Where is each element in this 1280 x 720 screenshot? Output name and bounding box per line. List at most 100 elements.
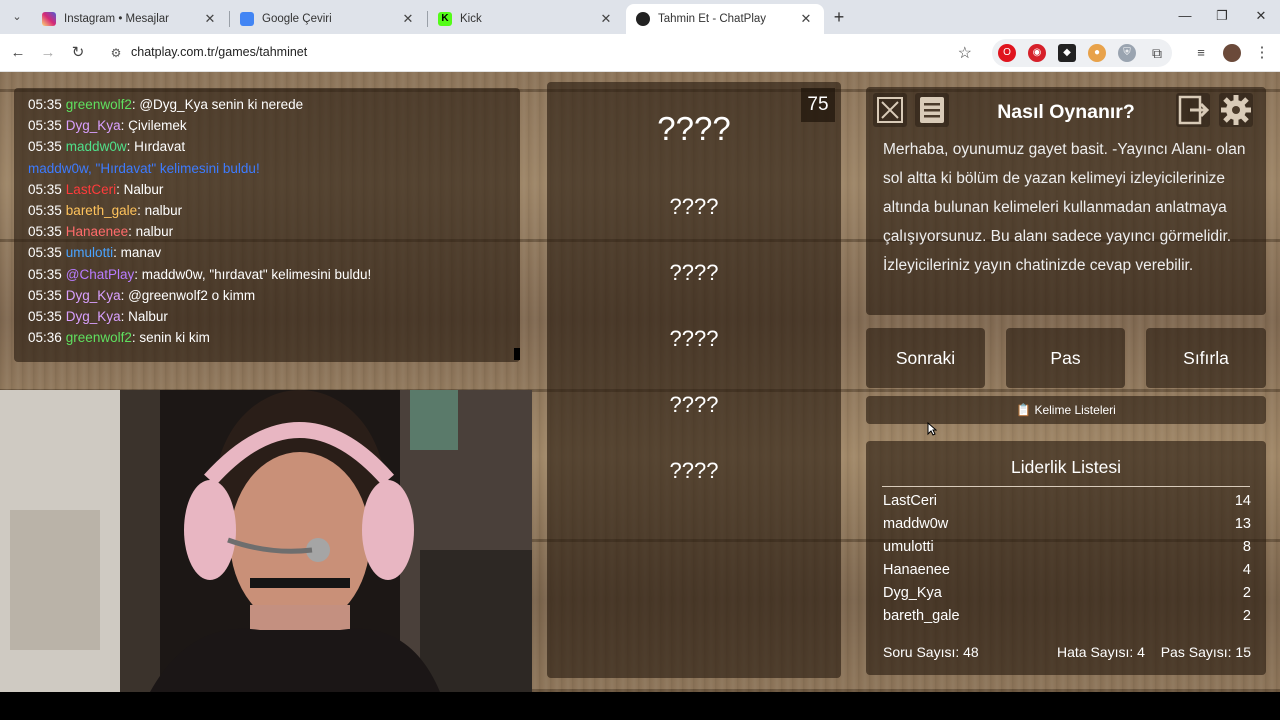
site-info-icon[interactable]: ⚙ <box>108 45 124 61</box>
player-score: 4 <box>1242 562 1251 578</box>
address-bar[interactable]: ⚙ chatplay.com.tr/games/tahminet ☆ <box>100 39 980 67</box>
chat-timestamp: 05:35 <box>28 245 62 261</box>
tab-search-icon[interactable]: ⌄ <box>8 8 26 26</box>
extension-icon[interactable]: ◉ <box>1028 44 1046 62</box>
chat-timestamp: 05:35 <box>28 181 62 197</box>
forbidden-word: ???? <box>669 392 719 417</box>
tab-kick[interactable]: K Kick ✕ <box>428 4 624 34</box>
chat-username[interactable]: Hanaenee <box>66 224 128 239</box>
word-list-panel: 75 ???? ???? ???? ???? ???? ???? <box>547 82 841 678</box>
leaderboard-row: Hanaenee 4 <box>883 559 1251 582</box>
close-window-icon[interactable]: ✕ <box>1246 6 1276 26</box>
chat-text: : maddw0w, "hırdavat" kelimesini buldu! <box>134 266 372 282</box>
url-text[interactable]: chatplay.com.tr/games/tahminet <box>131 45 307 59</box>
chat-username[interactable]: maddw0w, "Hırdavat" kelimesini buldu! <box>28 161 260 176</box>
chat-text: : @Dyg_Kya senin ki nerede <box>131 97 304 112</box>
reload-icon[interactable]: ↻ <box>68 43 88 63</box>
logout-icon[interactable] <box>1176 93 1210 127</box>
pass-button[interactable]: Pas <box>1006 328 1125 388</box>
player-name: bareth_gale <box>883 608 960 624</box>
chat-text: : manav <box>113 245 162 261</box>
chat-message: 05:35 LastCeri: Nalbur <box>28 179 506 200</box>
chat-timestamp: 05:35 <box>28 308 62 324</box>
chat-text: : nalbur <box>128 224 174 240</box>
chat-username[interactable]: greenwolf2 <box>66 97 132 112</box>
chatplay-icon <box>636 12 650 26</box>
leaderboard-title: Liderlik Listesi <box>1011 457 1121 477</box>
word-lists-button[interactable]: 📋 Kelime Listeleri <box>866 396 1266 424</box>
close-tab-icon[interactable]: ✕ <box>202 11 218 27</box>
player-score: 2 <box>1242 585 1251 601</box>
chat-username[interactable]: bareth_gale <box>66 203 137 218</box>
streamer-webcam <box>0 390 532 692</box>
close-tab-icon[interactable]: ✕ <box>400 11 416 27</box>
pass-count: Pas Sayısı: 15 <box>1160 644 1251 660</box>
back-icon[interactable]: ← <box>8 43 28 63</box>
puzzle-extensions-icon[interactable]: ⧉ <box>1148 44 1166 62</box>
forbidden-word: ???? <box>669 194 719 219</box>
how-to-play-text: Merhaba, oyunumuz gayet basit. -Yayıncı … <box>883 141 1246 274</box>
next-button[interactable]: Sonraki <box>866 328 985 388</box>
restore-icon[interactable]: ❐ <box>1207 6 1237 26</box>
shield-extension-icon[interactable]: ⛨ <box>1118 44 1136 62</box>
chat-username[interactable]: Dyg_Kya <box>66 288 121 303</box>
chat-timestamp: 05:35 <box>28 224 62 240</box>
kick-icon: K <box>438 12 452 26</box>
profile-avatar[interactable] <box>1223 44 1241 62</box>
opera-extension-icon[interactable]: O <box>998 44 1016 62</box>
extension-icon[interactable]: ◆ <box>1058 44 1076 62</box>
player-name: LastCeri <box>883 493 937 509</box>
chat-username[interactable]: greenwolf2 <box>66 330 132 345</box>
close-tab-icon[interactable]: ✕ <box>798 11 814 27</box>
chat-text: : nalbur <box>137 202 183 218</box>
chat-username[interactable]: LastCeri <box>66 182 116 197</box>
chat-message: 05:36 greenwolf2: senin ki kim <box>28 327 506 348</box>
chat-username[interactable]: @ChatPlay <box>66 267 134 282</box>
chat-username[interactable]: Dyg_Kya <box>66 309 121 324</box>
player-name: Hanaenee <box>883 562 950 578</box>
player-name: umulotti <box>883 539 934 555</box>
chat-text: : Çivilemek <box>120 118 187 134</box>
leaderboard-row: umulotti 8 <box>883 536 1251 559</box>
new-tab-icon[interactable]: + <box>830 7 848 27</box>
extension-icon[interactable]: ● <box>1088 44 1106 62</box>
chat-message: 05:35 Hanaenee: nalbur <box>28 221 506 242</box>
tab-instagram[interactable]: Instagram • Mesajlar ✕ <box>32 4 228 34</box>
chat-username[interactable]: maddw0w <box>66 139 127 154</box>
settings-gear-icon[interactable] <box>1219 93 1253 127</box>
how-to-play-panel: Nasıl Oynanır? Merhaba, oyunumuz gayet b… <box>866 87 1266 315</box>
chat-text: : @greenwolf2 o kimm <box>120 287 256 303</box>
leaderboard-panel: Liderlik Listesi LastCeri 14 maddw0w 13 um… <box>866 441 1266 675</box>
screen-bottom-bar <box>0 692 1280 720</box>
reset-button[interactable]: Sıfırla <box>1146 328 1266 388</box>
google-translate-icon <box>240 12 254 26</box>
chat-text: : Nalbur <box>116 181 164 197</box>
bookmark-star-icon[interactable]: ☆ <box>958 43 972 63</box>
browser-menu-icon[interactable]: ⋮ <box>1253 44 1271 62</box>
error-count: Hata Sayısı: 4 <box>1057 644 1145 660</box>
minimize-icon[interactable]: — <box>1170 6 1200 26</box>
chat-text: : senin ki kim <box>131 330 210 346</box>
chat-message: 05:35 @ChatPlay: maddw0w, "hırdavat" keli… <box>28 264 506 285</box>
tab-title: Kick <box>460 13 482 25</box>
leaderboard-row: Dyg_Kya 2 <box>883 582 1251 605</box>
media-control-icon[interactable]: ≡ <box>1192 44 1210 62</box>
chat-timestamp: 05:35 <box>28 287 62 303</box>
forward-icon[interactable]: → <box>38 43 58 63</box>
word-lists-label: Kelime Listeleri <box>1034 403 1116 417</box>
mouse-pointer-icon <box>927 422 937 436</box>
extensions-area <box>992 39 1172 67</box>
tab-title: Google Çeviri <box>262 13 332 25</box>
leaderboard-row: LastCeri 14 <box>883 490 1251 513</box>
chat-username[interactable]: umulotti <box>66 245 113 260</box>
chat-scrollbar[interactable] <box>514 348 520 360</box>
player-score: 13 <box>1234 516 1251 532</box>
leaderboard-row: bareth_gale 2 <box>883 605 1251 628</box>
chat-username[interactable]: Dyg_Kya <box>66 118 121 133</box>
tab-title: Tahmin Et - ChatPlay <box>658 13 767 25</box>
tab-google-translate[interactable]: Google Çeviri ✕ <box>230 4 426 34</box>
tab-chatplay[interactable]: Tahmin Et - ChatPlay ✕ <box>626 4 824 34</box>
close-tab-icon[interactable]: ✕ <box>598 11 614 27</box>
leaderboard-row: maddw0w 13 <box>883 513 1251 536</box>
game-page: 05:35 greenwolf2: @Dyg_Kya senin ki nered… <box>0 72 1280 692</box>
